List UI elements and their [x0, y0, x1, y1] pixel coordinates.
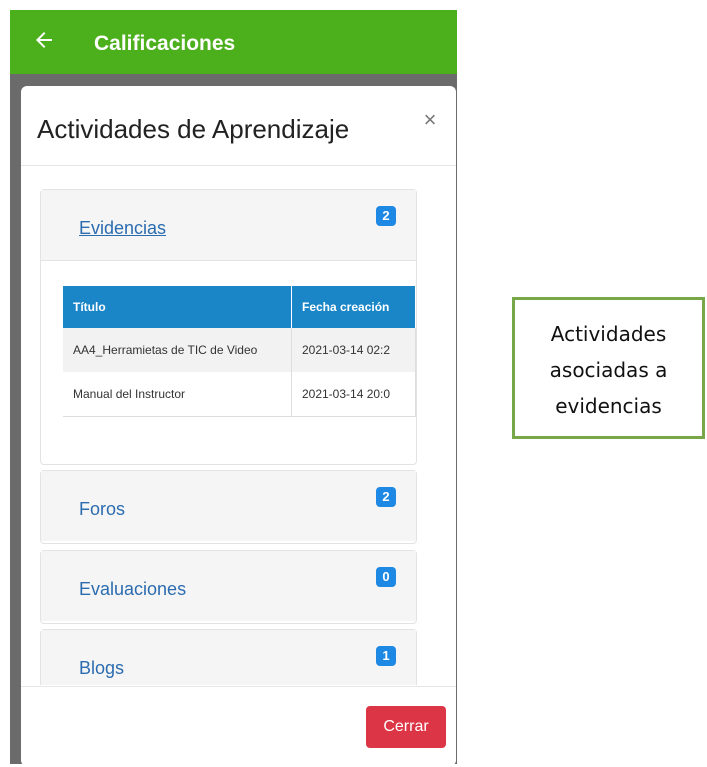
- app-title: Calificaciones: [94, 32, 236, 55]
- count-badge: 2: [376, 487, 396, 507]
- callout-line: evidencias: [555, 394, 662, 418]
- close-icon[interactable]: ×: [418, 108, 442, 132]
- activities-modal: Actividades de Aprendizaje × Evidencias …: [21, 86, 456, 764]
- table-row[interactable]: Manual del Instructor 2021-03-14 20:0: [63, 372, 416, 417]
- annotation-callout: Actividades asociadas a evidencias: [512, 297, 705, 439]
- modal-header: Actividades de Aprendizaje ×: [21, 86, 456, 166]
- panel-title-blogs[interactable]: Blogs: [79, 658, 124, 679]
- column-header-date[interactable]: Fecha creación: [291, 286, 416, 328]
- panel-title-evidencias[interactable]: Evidencias: [79, 218, 166, 239]
- cell-date: 2021-03-14 02:2: [291, 328, 416, 372]
- cell-title: Manual del Instructor: [63, 372, 292, 417]
- table-row[interactable]: AA4_Herramietas de TIC de Video 2021-03-…: [63, 328, 416, 372]
- panel-header-foros[interactable]: Foros 2: [41, 471, 416, 541]
- panel-header-blogs[interactable]: Blogs 1: [41, 630, 416, 685]
- count-badge: 0: [376, 567, 396, 587]
- panel-blogs[interactable]: Blogs 1: [40, 629, 417, 685]
- modal-title: Actividades de Aprendizaje: [37, 114, 350, 144]
- column-header-title[interactable]: Título: [63, 286, 292, 328]
- panel-evidencias: Evidencias 2 Título Fecha creación AA4_H…: [40, 189, 417, 465]
- callout-line: asociadas a: [549, 358, 668, 382]
- cell-date: 2021-03-14 20:0: [291, 372, 416, 417]
- arrow-left-icon[interactable]: [32, 28, 56, 52]
- modal-footer: Cerrar: [21, 686, 456, 764]
- panel-title-foros[interactable]: Foros: [79, 499, 125, 520]
- close-button[interactable]: Cerrar: [366, 706, 446, 748]
- app-bar: Calificaciones: [10, 10, 457, 74]
- evidence-table: Título Fecha creación AA4_Herramietas de…: [63, 286, 416, 418]
- phone-screen: Calificaciones Actividades de Aprendizaj…: [10, 10, 457, 764]
- panel-foros[interactable]: Foros 2: [40, 470, 417, 544]
- count-badge: 2: [376, 206, 396, 226]
- panel-evaluaciones[interactable]: Evaluaciones 0: [40, 550, 417, 624]
- modal-body: Evidencias 2 Título Fecha creación AA4_H…: [21, 166, 456, 685]
- cell-title: AA4_Herramietas de TIC de Video: [63, 328, 292, 372]
- count-badge: 1: [376, 646, 396, 666]
- panel-header-evidencias[interactable]: Evidencias 2: [41, 190, 416, 261]
- callout-line: Actividades: [550, 322, 667, 346]
- panel-title-evaluaciones[interactable]: Evaluaciones: [79, 579, 186, 600]
- panel-header-evaluaciones[interactable]: Evaluaciones 0: [41, 551, 416, 621]
- table-header-row: Título Fecha creación: [63, 286, 416, 328]
